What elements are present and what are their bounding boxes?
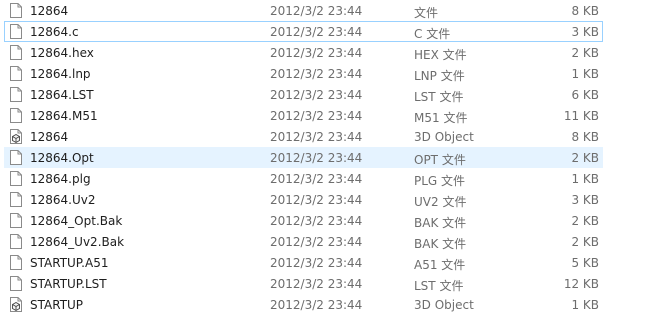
file-date-modified: 2012/3/2 23:44: [270, 4, 363, 18]
file-date-modified: 2012/3/2 23:44: [270, 88, 363, 102]
file-type: 文件: [414, 6, 439, 20]
file-date-modified: 2012/3/2 23:44: [270, 298, 363, 312]
file-row[interactable]: STARTUP.LST 2012/3/2 23:44 LST 文件 12 KB: [4, 273, 603, 294]
file-name: 12864.c: [30, 25, 79, 39]
file-type: LNP 文件: [414, 69, 465, 83]
file-name: 12864.hex: [30, 46, 94, 60]
file-icon: [10, 87, 22, 102]
file-date-modified: 2012/3/2 23:44: [270, 151, 363, 165]
file-type: M51 文件: [414, 111, 468, 125]
file-size: 8 KB: [571, 130, 599, 144]
file-row[interactable]: 12864.plg 2012/3/2 23:44 PLG 文件 1 KB: [4, 168, 603, 189]
file-list: 12864 2012/3/2 23:44 文件 8 KB 12864.c 2012/3/2…: [0, 0, 667, 315]
file-size: 6 KB: [571, 88, 599, 102]
3d-object-icon: [10, 129, 22, 144]
file-type: HEX 文件: [414, 48, 467, 62]
file-size: 5 KB: [571, 256, 599, 270]
file-date-modified: 2012/3/2 23:44: [270, 235, 363, 249]
file-size: 11 KB: [563, 109, 599, 123]
file-type: LST 文件: [414, 279, 464, 293]
file-icon: [10, 3, 22, 18]
file-icon: [10, 213, 22, 228]
file-date-modified: 2012/3/2 23:44: [270, 67, 363, 81]
file-icon: [10, 24, 22, 39]
file-name: 12864_Uv2.Bak: [30, 235, 125, 249]
file-size: 1 KB: [571, 67, 599, 81]
file-row[interactable]: 12864.Uv2 2012/3/2 23:44 UV2 文件 3 KB: [4, 189, 603, 210]
file-row[interactable]: 12864.LST 2012/3/2 23:44 LST 文件 6 KB: [4, 84, 603, 105]
file-icon: [10, 171, 22, 186]
file-row[interactable]: 12864.c 2012/3/2 23:44 C 文件 3 KB: [4, 21, 603, 42]
file-icon: [10, 276, 22, 291]
file-icon: [10, 255, 22, 270]
file-size: 2 KB: [571, 214, 599, 228]
file-name: 12864: [30, 4, 69, 18]
file-name: 12864.Uv2: [30, 193, 96, 207]
file-type: BAK 文件: [414, 237, 467, 251]
file-type: BAK 文件: [414, 216, 467, 230]
file-size: 1 KB: [571, 298, 599, 312]
file-name: 12864.M51: [30, 109, 98, 123]
file-name: 12864.plg: [30, 172, 91, 186]
file-type: 3D Object: [414, 298, 474, 312]
file-row[interactable]: 12864 2012/3/2 23:44 文件 8 KB: [4, 0, 603, 21]
file-size: 1 KB: [571, 172, 599, 186]
file-icon: [10, 45, 22, 60]
file-date-modified: 2012/3/2 23:44: [270, 109, 363, 123]
file-date-modified: 2012/3/2 23:44: [270, 46, 363, 60]
file-size: 3 KB: [571, 193, 599, 207]
file-row[interactable]: 12864_Opt.Bak 2012/3/2 23:44 BAK 文件 2 KB: [4, 210, 603, 231]
file-size: 12 KB: [563, 277, 599, 291]
file-type: OPT 文件: [414, 153, 466, 167]
file-date-modified: 2012/3/2 23:44: [270, 277, 363, 291]
file-name: 12864: [30, 130, 69, 144]
file-row[interactable]: 12864_Uv2.Bak 2012/3/2 23:44 BAK 文件 2 KB: [4, 231, 603, 252]
file-icon: [10, 150, 22, 165]
file-type: UV2 文件: [414, 195, 467, 209]
file-name: STARTUP: [30, 298, 84, 312]
file-name: 12864_Opt.Bak: [30, 214, 123, 228]
file-row[interactable]: 12864 2012/3/2 23:44 3D Object 8 KB: [4, 126, 603, 147]
file-type: LST 文件: [414, 90, 464, 104]
file-size: 8 KB: [571, 4, 599, 18]
file-row[interactable]: 12864.Opt 2012/3/2 23:44 OPT 文件 2 KB: [4, 147, 603, 168]
file-icon: [10, 234, 22, 249]
file-size: 2 KB: [571, 46, 599, 60]
file-row[interactable]: STARTUP.A51 2012/3/2 23:44 A51 文件 5 KB: [4, 252, 603, 273]
file-icon: [10, 108, 22, 123]
file-type: A51 文件: [414, 258, 466, 272]
file-name: 12864.Opt: [30, 151, 94, 165]
file-row[interactable]: 12864.hex 2012/3/2 23:44 HEX 文件 2 KB: [4, 42, 603, 63]
file-size: 3 KB: [571, 25, 599, 39]
file-size: 2 KB: [571, 235, 599, 249]
file-name: 12864.LST: [30, 88, 94, 102]
file-date-modified: 2012/3/2 23:44: [270, 25, 363, 39]
file-date-modified: 2012/3/2 23:44: [270, 214, 363, 228]
file-row[interactable]: 12864.M51 2012/3/2 23:44 M51 文件 11 KB: [4, 105, 603, 126]
file-type: PLG 文件: [414, 174, 466, 188]
file-row[interactable]: STARTUP 2012/3/2 23:44 3D Object 1 KB: [4, 294, 603, 315]
file-type: C 文件: [414, 27, 451, 41]
file-name: STARTUP.A51: [30, 256, 109, 270]
3d-object-icon: [10, 297, 22, 312]
file-icon: [10, 66, 22, 81]
file-row[interactable]: 12864.lnp 2012/3/2 23:44 LNP 文件 1 KB: [4, 63, 603, 84]
file-name: 12864.lnp: [30, 67, 91, 81]
file-date-modified: 2012/3/2 23:44: [270, 172, 363, 186]
file-icon: [10, 192, 22, 207]
file-type: 3D Object: [414, 130, 474, 144]
file-name: STARTUP.LST: [30, 277, 107, 291]
file-date-modified: 2012/3/2 23:44: [270, 256, 363, 270]
file-size: 2 KB: [571, 151, 599, 165]
file-date-modified: 2012/3/2 23:44: [270, 193, 363, 207]
file-date-modified: 2012/3/2 23:44: [270, 130, 363, 144]
